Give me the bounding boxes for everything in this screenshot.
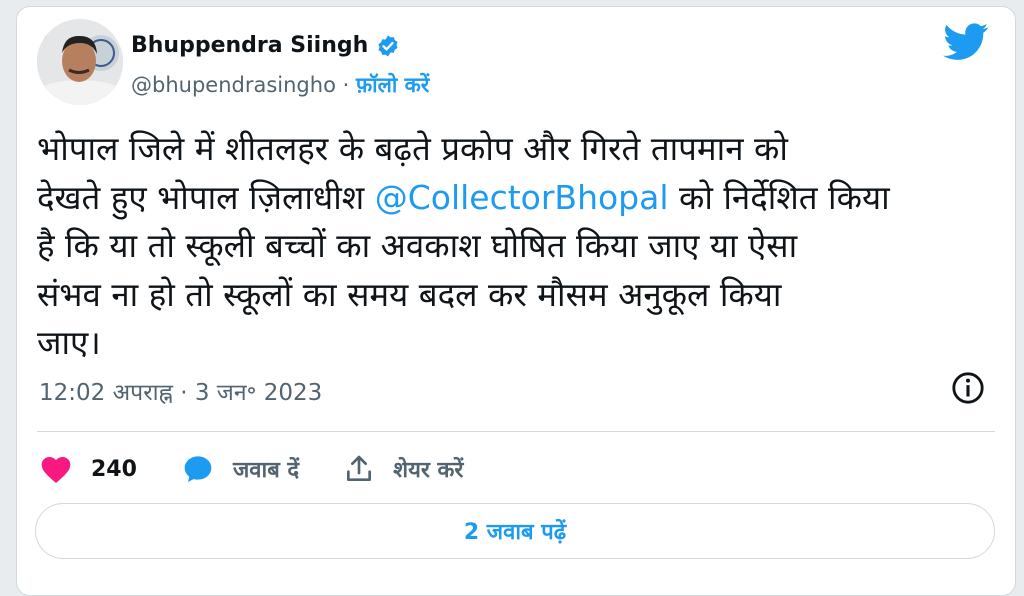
tweet-line-1: भोपाल जिले में शीतलहर के बढ़ते प्रकोप और…: [37, 129, 788, 168]
share-icon: [347, 455, 372, 481]
like-count: 240: [91, 456, 137, 482]
author-handle[interactable]: @bhupendrasingho: [131, 73, 336, 97]
tweet-line-2-post: को निर्देशित किया: [668, 177, 890, 217]
action-bar: 240 जवाब दें शेयर करें: [39, 447, 507, 491]
info-icon[interactable]: [951, 371, 985, 405]
tweet-line-2-pre: देखते हुए भोपाल ज़िलाधीश: [37, 177, 375, 217]
share-button[interactable]: शेयर करें: [343, 453, 463, 485]
reply-label: जवाब दें: [232, 458, 300, 483]
tweet-line-3: है कि या तो स्कूली बच्चों का अवकाश घोषित…: [37, 226, 798, 265]
heart-icon: [41, 457, 71, 484]
author-name[interactable]: Bhuppendra Siingh: [131, 33, 368, 58]
follow-button[interactable]: फ़ॉलो करें: [356, 73, 429, 97]
like-button[interactable]: 240: [39, 454, 137, 484]
tweet-card: Bhuppendra Siingh @bhupendrasingho · फ़ॉ…: [16, 6, 1016, 596]
timestamp[interactable]: 12:02 अपराह्न · 3 जन॰ 2023: [39, 375, 322, 407]
tweet-line-4: संभव ना हो तो स्कूलों का समय बदल कर मौसम…: [37, 274, 782, 314]
avatar[interactable]: [37, 19, 123, 105]
read-replies-button[interactable]: 2 जवाब पढ़ें: [35, 503, 995, 559]
reply-button[interactable]: जवाब दें: [181, 453, 299, 485]
verified-badge-icon: [378, 35, 398, 56]
divider: [37, 431, 995, 432]
author-handle-row: @bhupendrasingho · फ़ॉलो करें: [131, 71, 429, 99]
tweet-text: भोपाल जिले में शीतलहर के बढ़ते प्रकोप और…: [37, 125, 1002, 368]
author-name-row: Bhuppendra Siingh: [131, 33, 400, 58]
tweet-line-5: जाए।: [37, 323, 101, 362]
mention-link[interactable]: @CollectorBhopal: [375, 178, 669, 217]
separator: ·: [342, 73, 350, 97]
twitter-bird-icon[interactable]: [943, 23, 989, 61]
reply-bubble-icon: [184, 456, 212, 482]
share-label: शेयर करें: [393, 458, 464, 483]
